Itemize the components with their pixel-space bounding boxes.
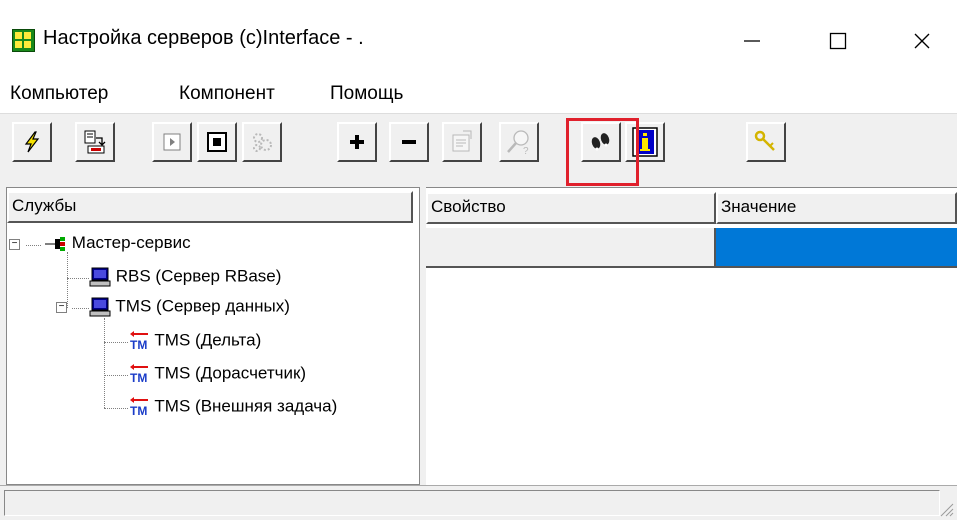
app-icon <box>12 29 35 52</box>
add-icon <box>350 135 364 149</box>
tree-item-tms-calculator[interactable]: TM TMS (Дорасчетчик) <box>128 363 306 385</box>
tm-icon: TM <box>130 397 148 418</box>
tree-item-label: RBS (Сервер RBase) <box>115 266 282 286</box>
svg-text:?: ? <box>523 146 529 156</box>
find-button[interactable]: ? <box>499 122 539 162</box>
network-icon <box>45 236 65 251</box>
services-icon <box>253 133 272 152</box>
tree-item-tms-data-server[interactable]: TMS (Сервер данных) <box>89 296 290 318</box>
maximize-button[interactable] <box>808 18 868 64</box>
play-icon <box>163 133 181 151</box>
tm-icon-label: TM <box>130 371 147 385</box>
column-header-property[interactable]: Свойство <box>426 192 716 224</box>
tree-item-label: Мастер-сервис <box>71 233 191 252</box>
window-title: Настройка серверов (c)Interface - . <box>43 27 364 49</box>
tree-item-label: TMS (Дорасчетчик) <box>154 363 307 383</box>
close-icon <box>914 33 930 49</box>
tree-item-rbs[interactable]: RBS (Сервер RBase) <box>89 266 281 288</box>
maximize-icon <box>829 32 847 50</box>
properties-icon <box>452 130 472 152</box>
add-button[interactable] <box>337 122 377 162</box>
services-header[interactable]: Службы <box>7 191 413 223</box>
key-button[interactable] <box>746 122 786 162</box>
start-button[interactable] <box>152 122 192 162</box>
collapse-tms-toggle[interactable]: − <box>56 302 67 313</box>
toolbar: ? <box>0 113 957 188</box>
stop-icon <box>207 132 227 152</box>
remove-icon <box>402 140 416 144</box>
tree-item-tms-delta[interactable]: TM TMS (Дельта) <box>128 330 261 352</box>
menu-bar: Компьютер Компонент Помощь <box>0 79 957 113</box>
computer-icon <box>89 297 111 317</box>
key-icon <box>754 130 775 151</box>
tree-item-tms-external-task[interactable]: TM TMS (Внешняя задача) <box>128 396 337 418</box>
menu-component[interactable]: Компонент <box>179 83 275 105</box>
remove-button[interactable] <box>389 122 429 162</box>
properties-panel: Свойство Значение <box>426 187 957 485</box>
services-panel: Службы − − Мастер-сервис RBS (Сервер RBa… <box>6 187 420 485</box>
minimize-button[interactable] <box>722 18 782 64</box>
title-bar[interactable]: Настройка серверов (c)Interface - . <box>0 0 957 79</box>
tm-icon: TM <box>130 331 148 352</box>
properties-button[interactable] <box>442 122 482 162</box>
collapse-master-toggle[interactable]: − <box>9 239 20 250</box>
find-icon: ? <box>507 130 529 156</box>
tree-item-label: TMS (Внешняя задача) <box>154 396 338 416</box>
value-cell-selected[interactable] <box>716 228 957 268</box>
tree-item-master-service[interactable]: Мастер-сервис <box>43 233 191 253</box>
computer-icon <box>89 267 111 287</box>
tree-item-label: TMS (Сервер данных) <box>115 296 290 316</box>
connect-button[interactable] <box>12 122 52 162</box>
property-cell[interactable] <box>426 228 716 268</box>
status-panel <box>4 490 940 516</box>
close-button[interactable] <box>892 18 952 64</box>
import-button[interactable] <box>75 122 115 162</box>
app-window: Настройка серверов (c)Interface - . Комп… <box>0 0 957 520</box>
column-header-value[interactable]: Значение <box>716 192 957 224</box>
tm-icon: TM <box>130 364 148 385</box>
stop-button[interactable] <box>197 122 237 162</box>
services-button[interactable] <box>242 122 282 162</box>
minimize-icon <box>744 40 760 42</box>
menu-help[interactable]: Помощь <box>330 83 403 105</box>
menu-computer[interactable]: Компьютер <box>10 83 108 105</box>
resize-grip-icon[interactable] <box>938 501 954 517</box>
lightning-icon <box>24 131 40 153</box>
tm-icon-label: TM <box>130 338 147 352</box>
highlight-frame <box>566 118 639 186</box>
import-icon <box>84 130 106 154</box>
status-bar <box>0 485 957 520</box>
tm-icon-label: TM <box>130 404 147 418</box>
tree-item-label: TMS (Дельта) <box>154 330 262 350</box>
